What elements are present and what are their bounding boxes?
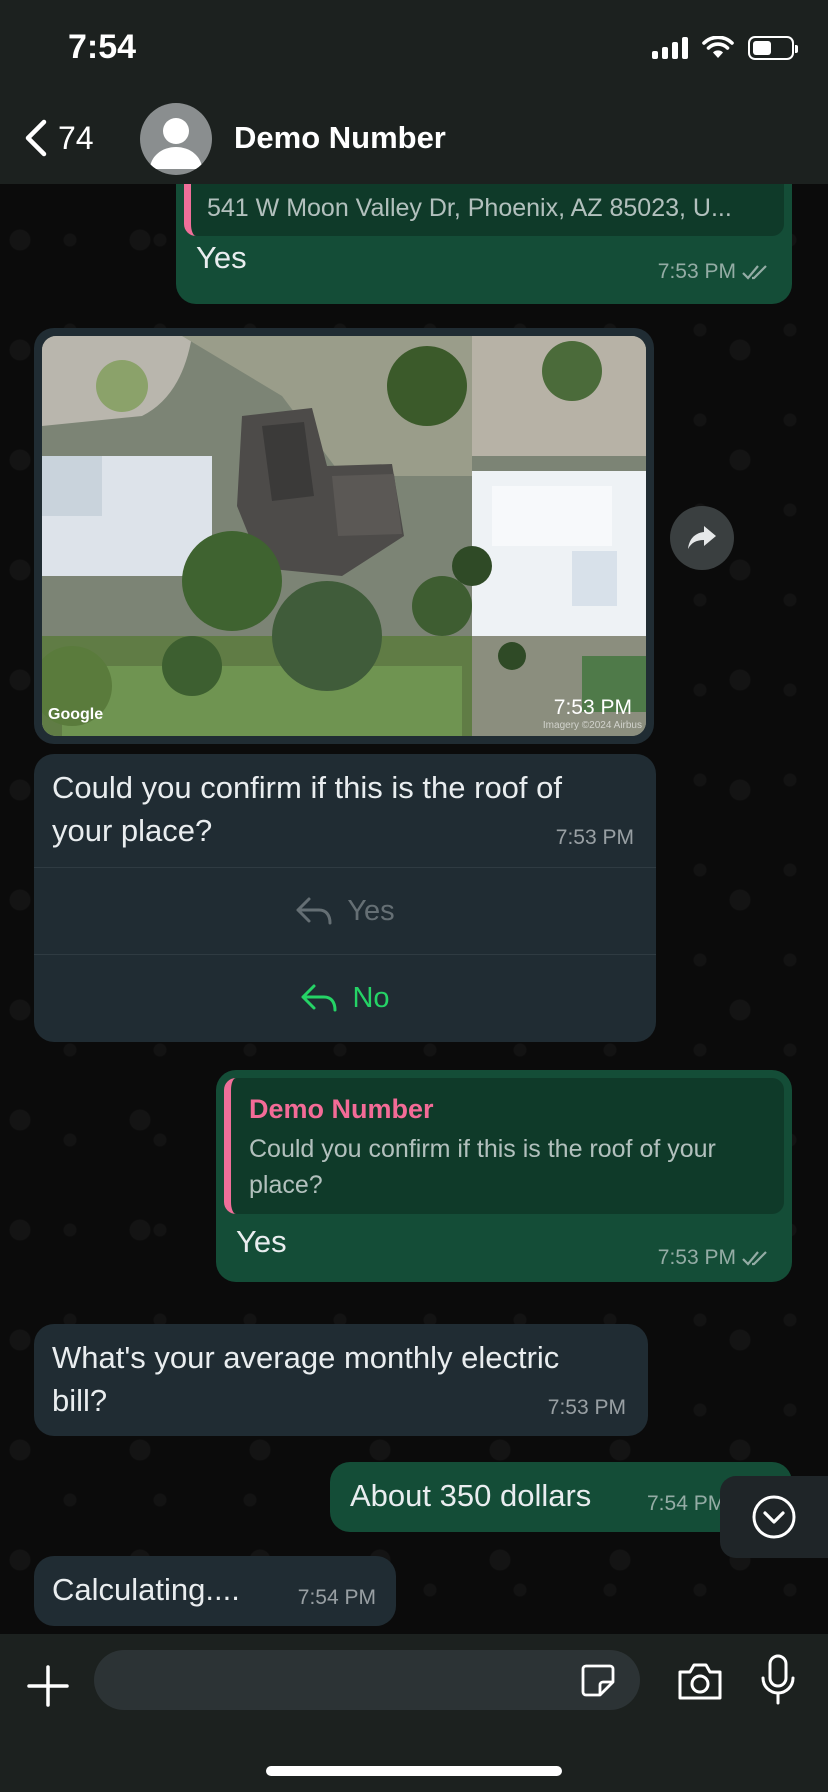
outgoing-message[interactable]: 541 W Moon Valley Dr, Phoenix, AZ 85023,… (176, 184, 792, 304)
back-button[interactable]: 74 (22, 118, 94, 158)
double-check-icon (742, 1251, 767, 1266)
map-image-message[interactable]: Google 7:53 PM Imagery ©2024 Airbus (34, 328, 654, 744)
top-bar: 7:54 74 Demo Number (0, 0, 828, 184)
message-meta: 7:53 PM (658, 260, 772, 284)
message-text: About 350 dollars (350, 1478, 592, 1513)
plus-icon[interactable] (26, 1664, 70, 1708)
message-text: Yes (236, 1224, 287, 1259)
quoted-message[interactable]: Demo Number Could you confirm if this is… (224, 1078, 784, 1214)
satellite-map-image[interactable]: Google 7:53 PM Imagery ©2024 Airbus (42, 336, 646, 736)
quick-reply-no-label: No (352, 981, 390, 1014)
unread-count: 74 (58, 119, 94, 156)
outgoing-message[interactable]: Demo Number Could you confirm if this is… (216, 1070, 792, 1282)
map-attribution-logo: Google (48, 706, 104, 723)
forward-button[interactable] (670, 506, 734, 570)
quick-reply-yes-button[interactable]: Yes (34, 867, 656, 954)
message-input-bar (0, 1634, 828, 1792)
cellular-signal-icon (652, 37, 688, 59)
user-icon (150, 118, 202, 169)
message-time: 7:53 PM (547, 1396, 626, 1419)
status-icons (652, 36, 798, 60)
home-indicator (266, 1766, 562, 1776)
satellite-map-drawing (42, 336, 646, 736)
map-time: 7:53 PM (553, 696, 632, 719)
message-time: 7:53 PM (657, 1246, 736, 1269)
contact-name[interactable]: Demo Number (234, 120, 446, 156)
quoted-message[interactable]: 541 W Moon Valley Dr, Phoenix, AZ 85023,… (184, 184, 784, 236)
sticker-icon[interactable] (580, 1662, 616, 1698)
wifi-icon (702, 36, 734, 58)
quoted-sender-name: Demo Number (249, 1094, 434, 1124)
message-text: Yes (196, 240, 247, 275)
chat-area[interactable]: 541 W Moon Valley Dr, Phoenix, AZ 85023,… (0, 184, 828, 1634)
message-time: 7:54 PM (297, 1586, 376, 1609)
map-imagery-credit: Imagery ©2024 Airbus (542, 720, 642, 731)
incoming-message[interactable]: Calculating.... 7:54 PM (34, 1556, 396, 1626)
incoming-message[interactable]: What's your average monthly electric bil… (34, 1324, 648, 1436)
chevron-down-icon (752, 1495, 796, 1539)
camera-icon[interactable] (676, 1660, 724, 1704)
quick-reply-no-button[interactable]: No (34, 954, 656, 1041)
message-meta: 7:53 PM (658, 1246, 772, 1270)
incoming-message-with-buttons[interactable]: Could you confirm if this is the roof of… (34, 754, 656, 1042)
chevron-left-icon (25, 119, 47, 157)
message-text: Could you confirm if this is the roof of… (52, 770, 563, 848)
message-input[interactable] (94, 1650, 640, 1710)
reply-arrow-icon (301, 984, 337, 1012)
message-text: What's your average monthly electric bil… (52, 1340, 560, 1418)
forward-arrow-icon (688, 526, 716, 549)
avatar[interactable] (140, 103, 212, 175)
quoted-message-text: 541 W Moon Valley Dr, Phoenix, AZ 85023,… (207, 194, 732, 222)
reply-arrow-icon (296, 897, 332, 925)
message-time: 7:53 PM (657, 260, 736, 283)
double-check-icon (742, 265, 767, 280)
message-time: 7:53 PM (555, 826, 634, 849)
message-text: Calculating.... (52, 1572, 240, 1607)
scroll-to-bottom-button[interactable] (720, 1476, 828, 1558)
battery-icon (748, 36, 798, 60)
quick-reply-yes-label: Yes (347, 894, 395, 927)
status-time: 7:54 (68, 28, 137, 66)
message-time: 7:54 PM (647, 1492, 726, 1515)
quoted-message-text: Could you confirm if this is the roof of… (249, 1135, 716, 1199)
microphone-icon[interactable] (760, 1654, 796, 1706)
